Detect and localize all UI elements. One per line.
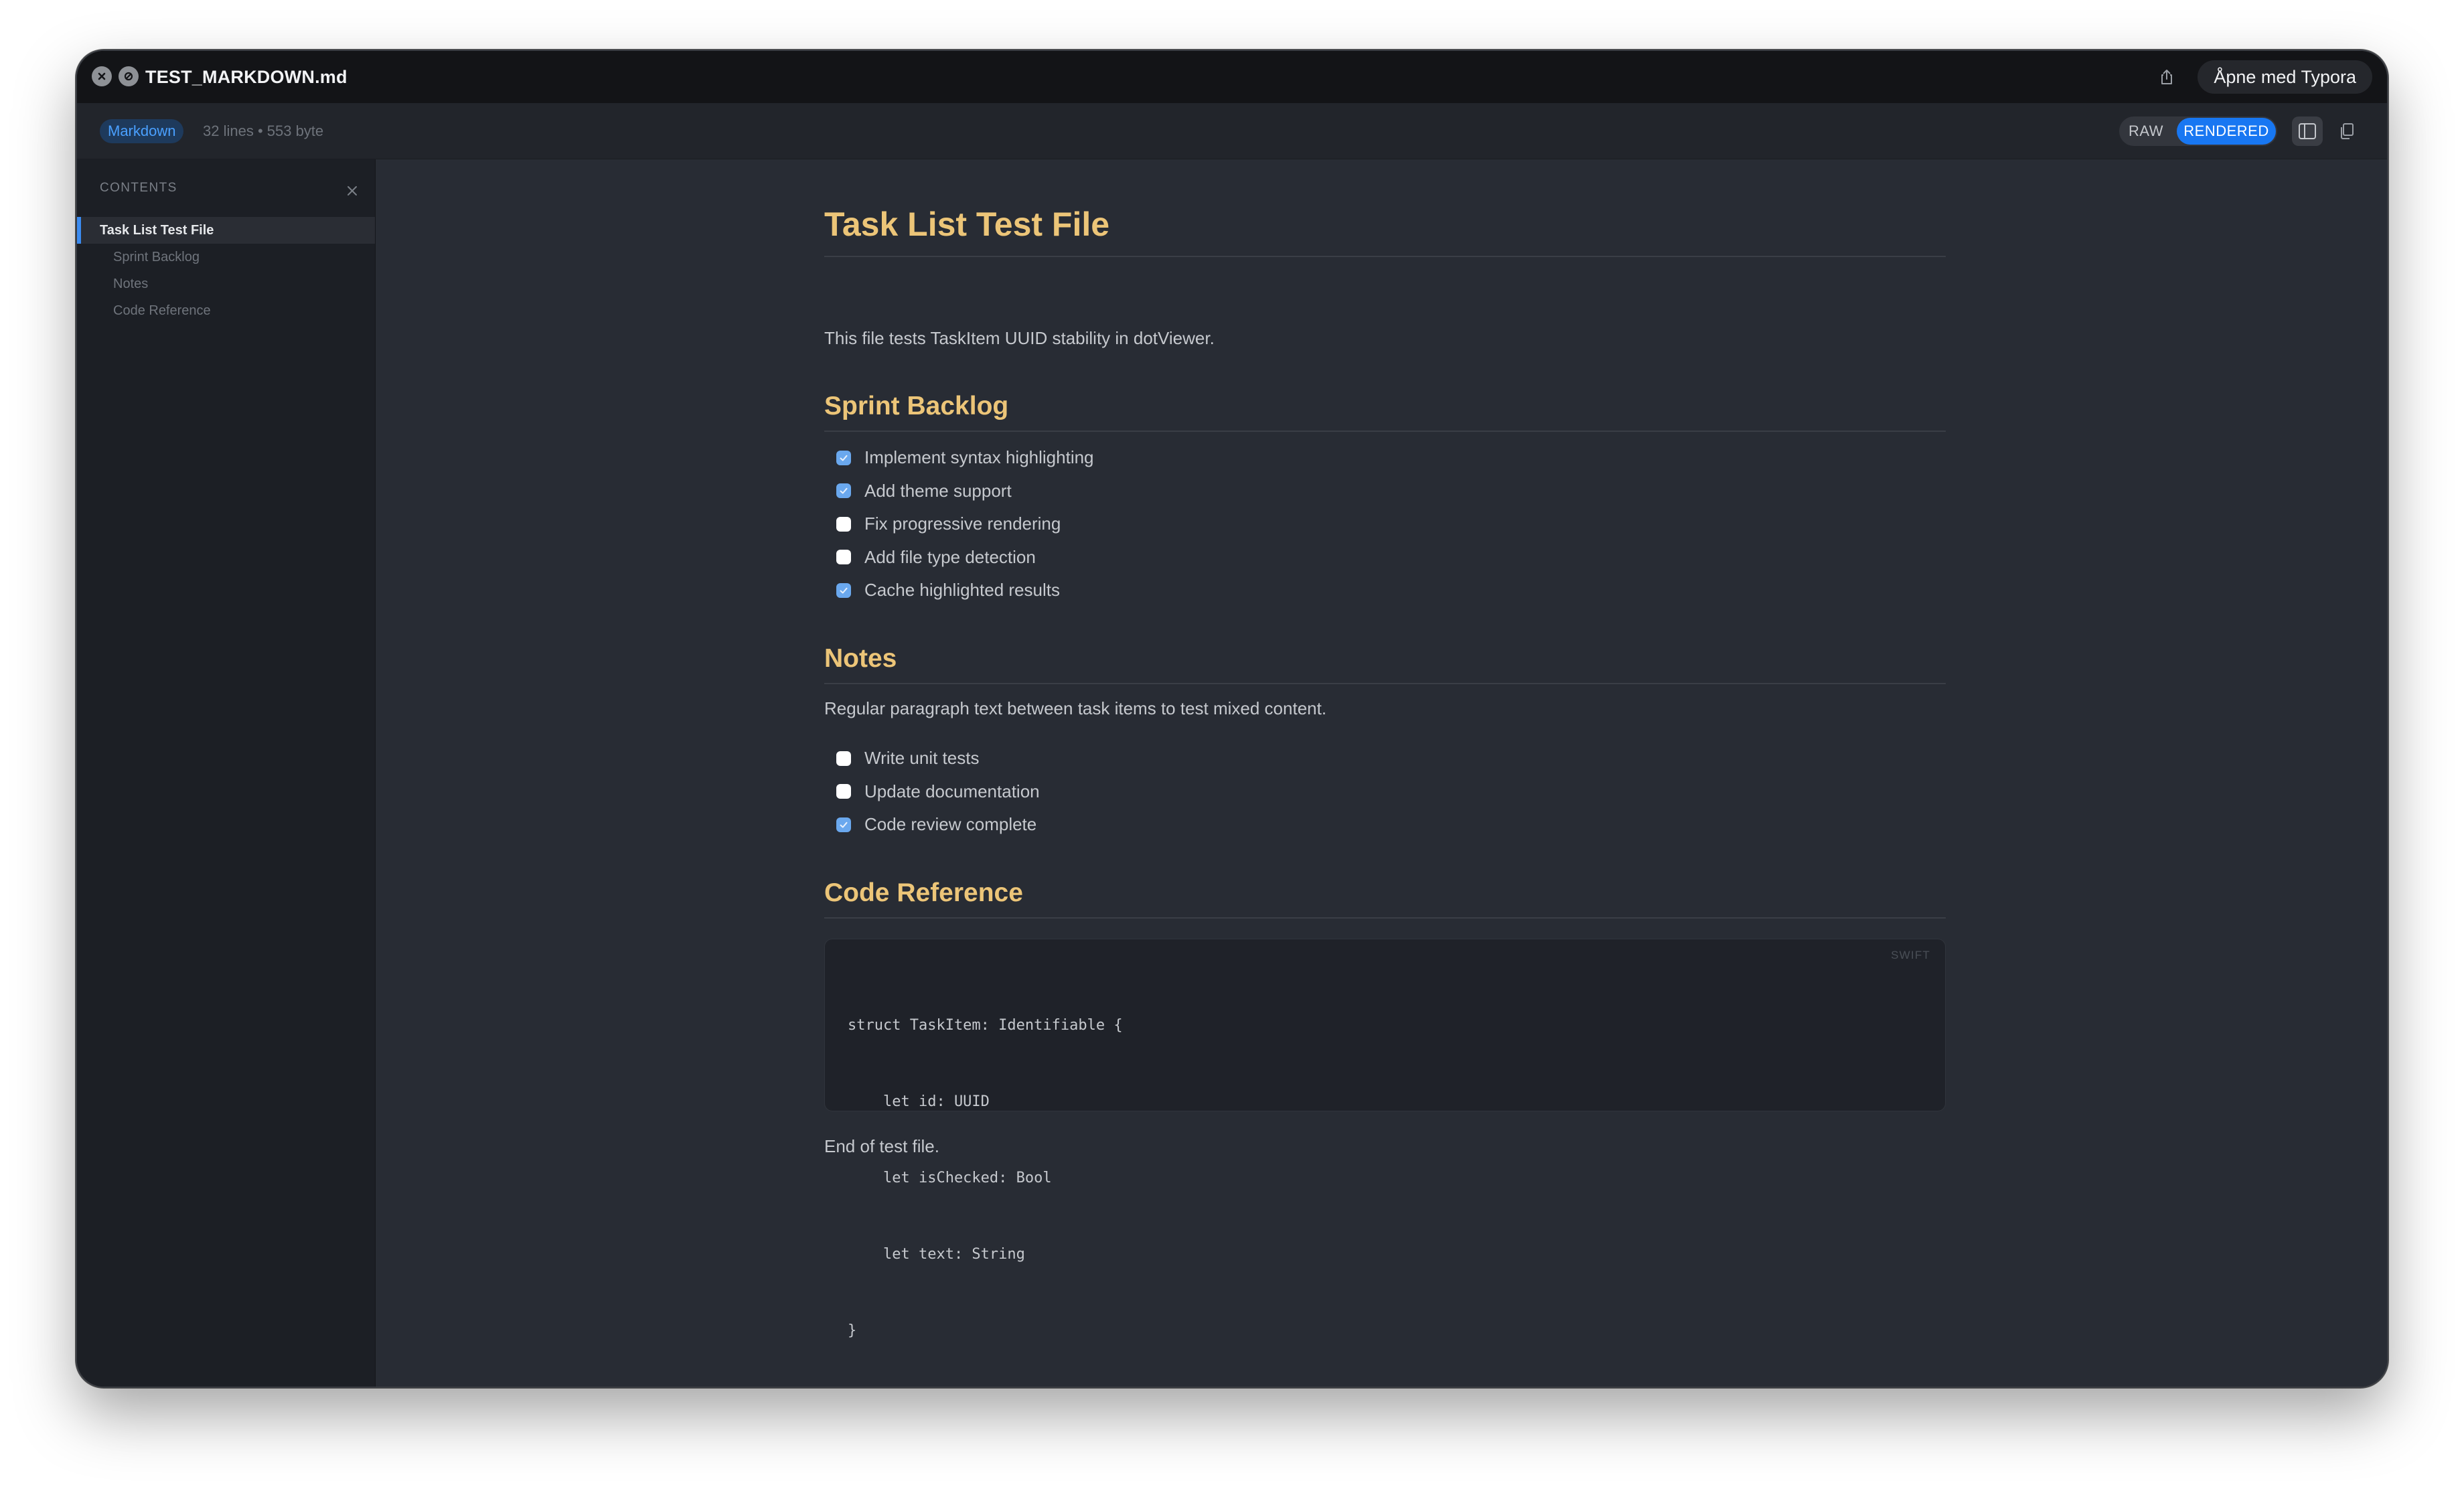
notes-paragraph: Regular paragraph text between task item…: [824, 698, 1327, 718]
task-item: Add theme support: [836, 475, 1094, 508]
task-item: Cache highlighted results: [836, 574, 1094, 607]
code-line: }: [848, 1322, 857, 1339]
file-type-badge: Markdown: [100, 119, 184, 143]
close-sidebar-button[interactable]: [345, 183, 360, 198]
raw-mode-button[interactable]: RAW: [2129, 116, 2163, 146]
task-label: Add theme support: [864, 480, 1012, 501]
code-block: SWIFT struct TaskItem: Identifiable { le…: [824, 939, 1946, 1339]
contents-sidebar: CONTENTS Task List Test File Sprint Back…: [77, 159, 376, 1387]
code-line: let text: String: [848, 1246, 1025, 1263]
toolbar: [77, 103, 2387, 159]
toc-item-code-reference[interactable]: Code Reference: [77, 297, 375, 324]
checkbox-checked[interactable]: [836, 817, 851, 832]
checkbox-unchecked[interactable]: [836, 516, 851, 532]
close-icon: [348, 186, 357, 195]
checkbox-checked[interactable]: [836, 483, 851, 499]
close-window-button[interactable]: [92, 66, 112, 86]
check-icon: [840, 455, 848, 461]
rendered-view: Task List Test File This file tests Task…: [376, 159, 2387, 1387]
rendered-mode-button[interactable]: RENDERED: [2177, 118, 2276, 145]
task-label: Add file type detection: [864, 546, 1036, 567]
task-item: Code review complete: [836, 808, 1040, 842]
copy-icon: [2341, 123, 2354, 139]
code-language-label: SWIFT: [1891, 949, 1930, 961]
sidebar-icon: [2299, 123, 2316, 139]
close-icon: [98, 72, 106, 80]
heading-notes: Notes: [824, 641, 1946, 684]
sidebar-toggle-button[interactable]: [2292, 116, 2323, 146]
sidebar-header: CONTENTS: [100, 181, 177, 195]
task-item: Implement syntax highlighting: [836, 441, 1094, 475]
code-lines: struct TaskItem: Identifiable { let id: …: [848, 962, 1123, 1387]
title-bar: TEST_MARKDOWN.md Åpne med Typora: [77, 51, 2387, 103]
checkbox-unchecked[interactable]: [836, 784, 851, 799]
intro-paragraph: This file tests TaskItem UUID stability …: [824, 328, 1215, 348]
task-label: Update documentation: [864, 781, 1040, 801]
check-icon: [840, 821, 848, 828]
file-meta: 32 lines • 553 byte: [203, 123, 324, 139]
toc-item-notes[interactable]: Notes: [77, 270, 375, 297]
heading-code-reference: Code Reference: [824, 876, 1946, 919]
task-label: Code review complete: [864, 814, 1037, 835]
task-label: Cache highlighted results: [864, 580, 1060, 601]
task-label: Implement syntax highlighting: [864, 447, 1094, 468]
window-title: TEST_MARKDOWN.md: [145, 67, 348, 87]
copy-button[interactable]: [2336, 121, 2358, 142]
task-item: Update documentation: [836, 775, 1040, 809]
code-line: let id: UUID: [848, 1093, 990, 1110]
task-label: Write unit tests: [864, 748, 980, 769]
document-title: Task List Test File: [824, 202, 1946, 257]
checkbox-unchecked[interactable]: [836, 550, 851, 565]
disabled-window-button[interactable]: [119, 66, 139, 86]
notes-tasks: Write unit tests Update documentation Co…: [836, 742, 1040, 842]
code-line: struct TaskItem: Identifiable {: [848, 1017, 1123, 1034]
open-with-typora-button[interactable]: Åpne med Typora: [2198, 60, 2372, 94]
code-line: let isChecked: Bool: [848, 1170, 1052, 1186]
sprint-backlog-tasks: Implement syntax highlighting Add theme …: [836, 441, 1094, 607]
task-label: Fix progressive rendering: [864, 514, 1061, 534]
checkbox-checked[interactable]: [836, 450, 851, 465]
checkbox-checked[interactable]: [836, 582, 851, 598]
check-icon: [840, 587, 848, 594]
prohibited-icon: [124, 72, 133, 81]
heading-sprint-backlog: Sprint Backlog: [824, 389, 1946, 432]
toc-item-sprint-backlog[interactable]: Sprint Backlog: [77, 244, 375, 270]
share-icon: [2161, 70, 2172, 84]
task-item: Write unit tests: [836, 742, 1040, 775]
checkbox-unchecked[interactable]: [836, 751, 851, 766]
share-button[interactable]: [2154, 64, 2179, 90]
toc-item-task-list-test-file[interactable]: Task List Test File: [77, 217, 375, 244]
app-window: TEST_MARKDOWN.md Åpne med Typora Markdow…: [76, 50, 2388, 1388]
outro-paragraph: End of test file.: [824, 1136, 939, 1156]
check-icon: [840, 488, 848, 494]
view-mode-toggle: RAW RENDERED: [2119, 116, 2277, 146]
task-item: Add file type detection: [836, 541, 1094, 574]
toc-list: Task List Test File Sprint Backlog Notes…: [77, 217, 375, 324]
task-item: Fix progressive rendering: [836, 507, 1094, 541]
